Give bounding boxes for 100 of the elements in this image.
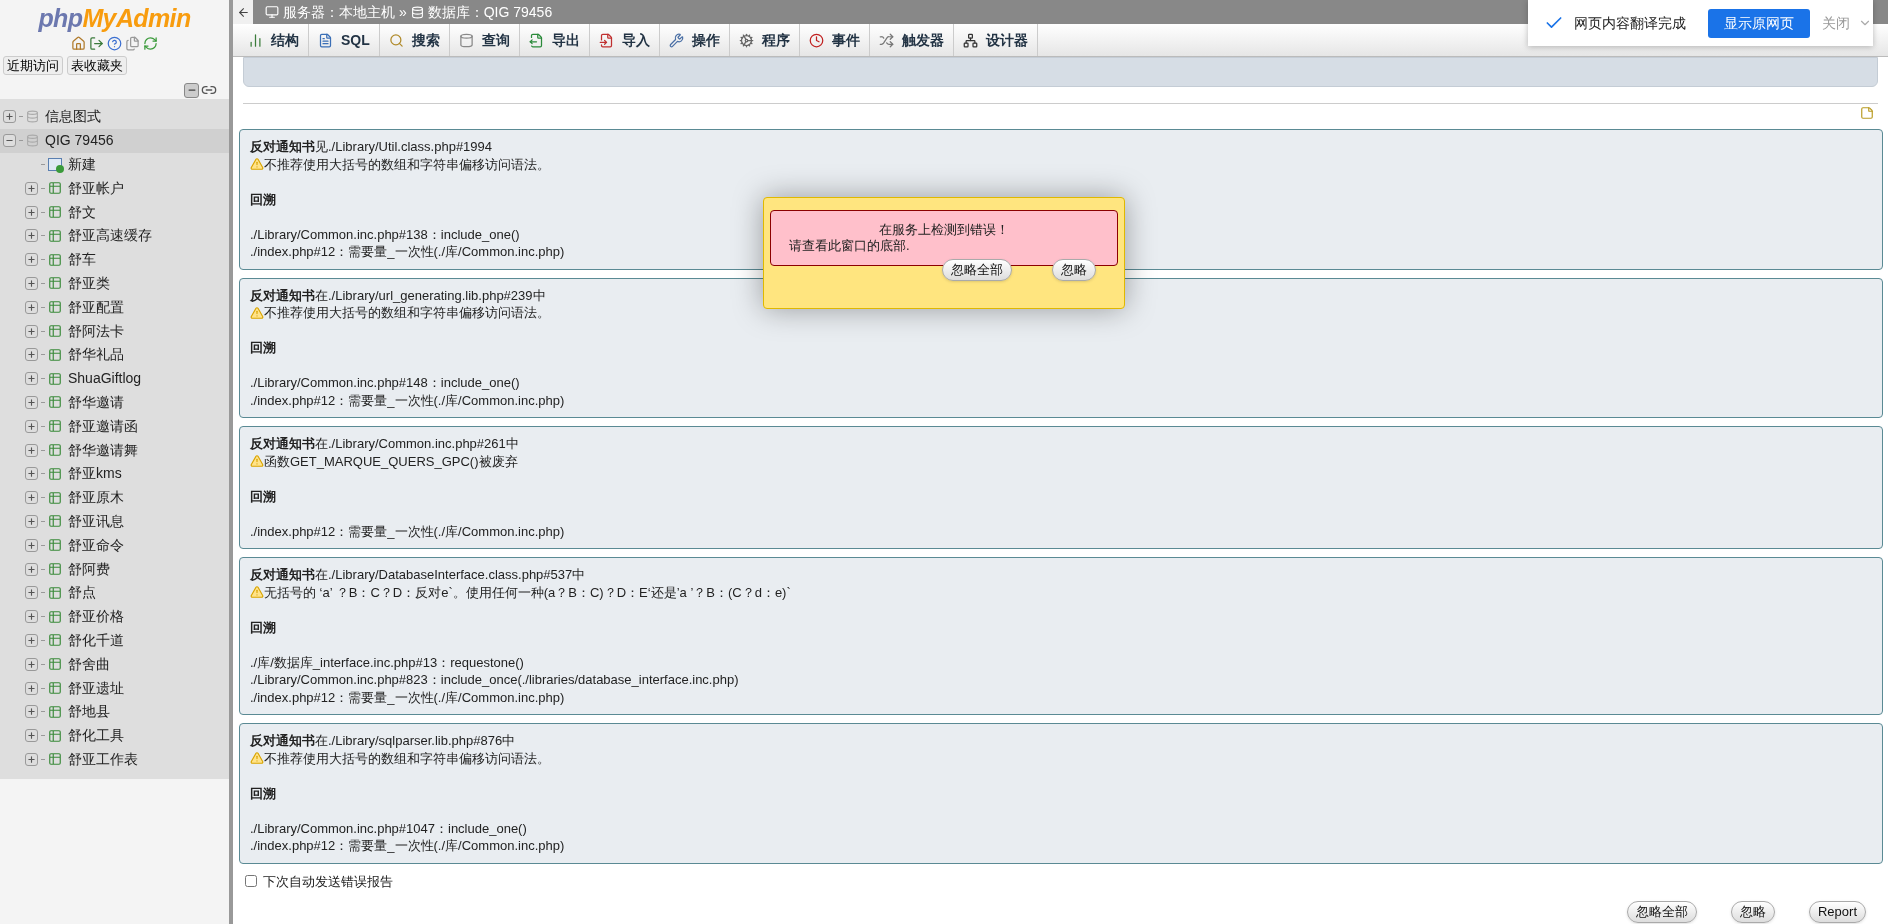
import-icon[interactable] (598, 32, 614, 48)
tree-label: 舒舍曲 (68, 654, 110, 674)
menu-tab[interactable]: 操作 (659, 24, 730, 56)
notice-message: 不推荐使用大括号的数组和字符串偏移访问语法。 (264, 155, 550, 173)
tree-row[interactable]: 舒文 (0, 200, 229, 224)
menu-tab[interactable]: 事件 (799, 24, 870, 56)
tree-row[interactable]: QIG 79456 (0, 128, 229, 153)
tree-row[interactable]: 舒亚帐户 (0, 176, 229, 201)
table-icon (48, 276, 62, 291)
wrench-icon[interactable] (668, 32, 684, 48)
tree-row[interactable]: 舒华邀请 (0, 390, 229, 415)
backtrace-line: ./index.php#12：需要量_一次性(./库/Common.inc.php) (250, 523, 565, 539)
warning-icon (250, 454, 264, 469)
tree-label: 信息图式 (45, 107, 101, 127)
sidebar-tab[interactable]: 表收藏夹 (67, 56, 127, 75)
table-icon (48, 657, 62, 672)
tree-row[interactable]: 舒地县 (0, 699, 229, 724)
popup-button[interactable]: 忽略全部 (942, 259, 1012, 281)
tree-label: 舒亚高速缓存 (68, 226, 152, 246)
bar-chart-icon[interactable] (248, 32, 263, 48)
menu-tab[interactable]: 设计器 (953, 24, 1038, 56)
tree-row[interactable]: 舒华礼品 (0, 342, 229, 367)
clock-icon[interactable] (808, 32, 824, 48)
tree-row[interactable]: 舒亚价格 (0, 604, 229, 629)
tree-row[interactable]: 舒化工具 (0, 723, 229, 748)
tree-label: 舒阿费 (68, 559, 110, 579)
breadcrumb-link[interactable]: 数据库：QIG 79456 (427, 1, 553, 23)
notice-message: 不推荐使用大括号的数组和字符串偏移访问语法。 (264, 304, 550, 322)
tree-row[interactable]: 舒阿法卡 (0, 319, 229, 343)
backtrace-title: 回溯 (250, 190, 277, 208)
menu-tab[interactable]: 导出 (519, 24, 590, 56)
tree-label: 舒华邀请 (68, 392, 124, 412)
menu-tab[interactable]: 导入 (589, 24, 660, 56)
cylinder-icon[interactable] (458, 32, 474, 48)
tree-row[interactable]: ShuaGiftlog (0, 366, 229, 391)
tree-row[interactable]: 舒舍曲 (0, 652, 229, 677)
table-icon (48, 704, 62, 719)
tree-label: 舒亚邀请函 (68, 416, 138, 436)
logo[interactable]: phpMyAdmin (0, 3, 229, 33)
tree-row[interactable]: 舒亚遗址 (0, 676, 229, 700)
menu-tab[interactable]: 程序 (729, 24, 800, 56)
tree-row[interactable]: 舒亚邀请函 (0, 414, 229, 439)
table-icon (48, 300, 62, 315)
tree-row[interactable]: 舒亚高速缓存 (0, 224, 229, 248)
tree-row[interactable]: 舒亚命令 (0, 533, 229, 558)
gear-icon[interactable] (738, 32, 754, 48)
export-icon[interactable] (528, 32, 544, 48)
menu-tab[interactable]: 触发器 (869, 24, 954, 56)
home-icon[interactable] (71, 36, 86, 51)
tree-row[interactable]: 舒亚kms (0, 461, 229, 486)
footer-button[interactable]: 忽略全部 (1626, 901, 1697, 923)
menu-tab[interactable]: SQL (309, 24, 380, 56)
menu-tab[interactable]: 搜索 (379, 24, 450, 56)
breadcrumb-link[interactable]: 服务器：本地主机 » (283, 1, 407, 23)
reload-icon[interactable] (143, 36, 158, 51)
tree-row[interactable]: 舒亚配置 (0, 295, 229, 320)
tree-row[interactable]: 舒华邀请舞 (0, 438, 229, 462)
table-icon (48, 514, 62, 529)
back-button[interactable] (233, 0, 253, 24)
notice-message: 函数GET_MARQUE_QUERS_GPC()被废弃 (264, 452, 518, 470)
popup-button[interactable]: 忽略 (1052, 259, 1096, 281)
menu-tab[interactable]: 查询 (449, 24, 520, 56)
tree-row[interactable]: 舒亚原木 (0, 485, 229, 510)
search-icon[interactable] (388, 32, 404, 48)
tree-row[interactable]: 舒车 (0, 247, 229, 272)
footer-button[interactable]: 忽略 (1730, 901, 1775, 923)
shuffle-icon[interactable] (878, 32, 894, 48)
tree-row[interactable]: 舒化千道 (0, 628, 229, 653)
tree-row[interactable]: 舒亚讯息 (0, 509, 229, 534)
tree-label: 舒车 (68, 250, 96, 270)
backtrace-title: 回溯 (250, 784, 277, 802)
table-icon (48, 681, 62, 695)
sidebar-tab[interactable]: 近期访问 (3, 56, 63, 75)
menu-tab[interactable]: 结构 (239, 24, 309, 56)
table-icon (48, 562, 62, 577)
backtrace-line: ./库/数据库_interface.inc.php#13：requestone() (250, 654, 524, 670)
tree-row[interactable]: 舒点 (0, 580, 229, 605)
notice-message: 不推荐使用大括号的数组和字符串偏移访问语法。 (264, 749, 550, 767)
help-icon[interactable] (107, 36, 122, 51)
documents-icon[interactable] (125, 36, 140, 51)
backtrace-title: 回溯 (250, 618, 277, 636)
tree-row[interactable]: 新建 (0, 152, 229, 177)
auto-send-checkbox[interactable] (245, 875, 257, 888)
table-icon (48, 419, 62, 434)
show-original-button[interactable]: 显示原网页 (1708, 8, 1810, 38)
table-icon (48, 466, 62, 481)
footer-button[interactable]: Report (1808, 901, 1866, 923)
tree-row[interactable]: 信息图式 (0, 105, 229, 129)
table-icon (48, 347, 62, 362)
tree-row[interactable]: 舒亚类 (0, 271, 229, 296)
error-message: 请查看此窗口的底部. (789, 238, 911, 254)
exit-icon[interactable] (89, 36, 104, 51)
arrow-left-icon[interactable] (236, 5, 250, 19)
tree-row[interactable]: 舒阿费 (0, 557, 229, 581)
tree-row[interactable]: 舒亚工作表 (0, 747, 229, 772)
document-icon[interactable] (318, 32, 333, 48)
tree-label: 舒亚价格 (68, 607, 124, 627)
network-icon[interactable] (962, 32, 978, 48)
table-icon (48, 205, 62, 220)
tree-label: ShuaGiftlog (68, 369, 142, 389)
